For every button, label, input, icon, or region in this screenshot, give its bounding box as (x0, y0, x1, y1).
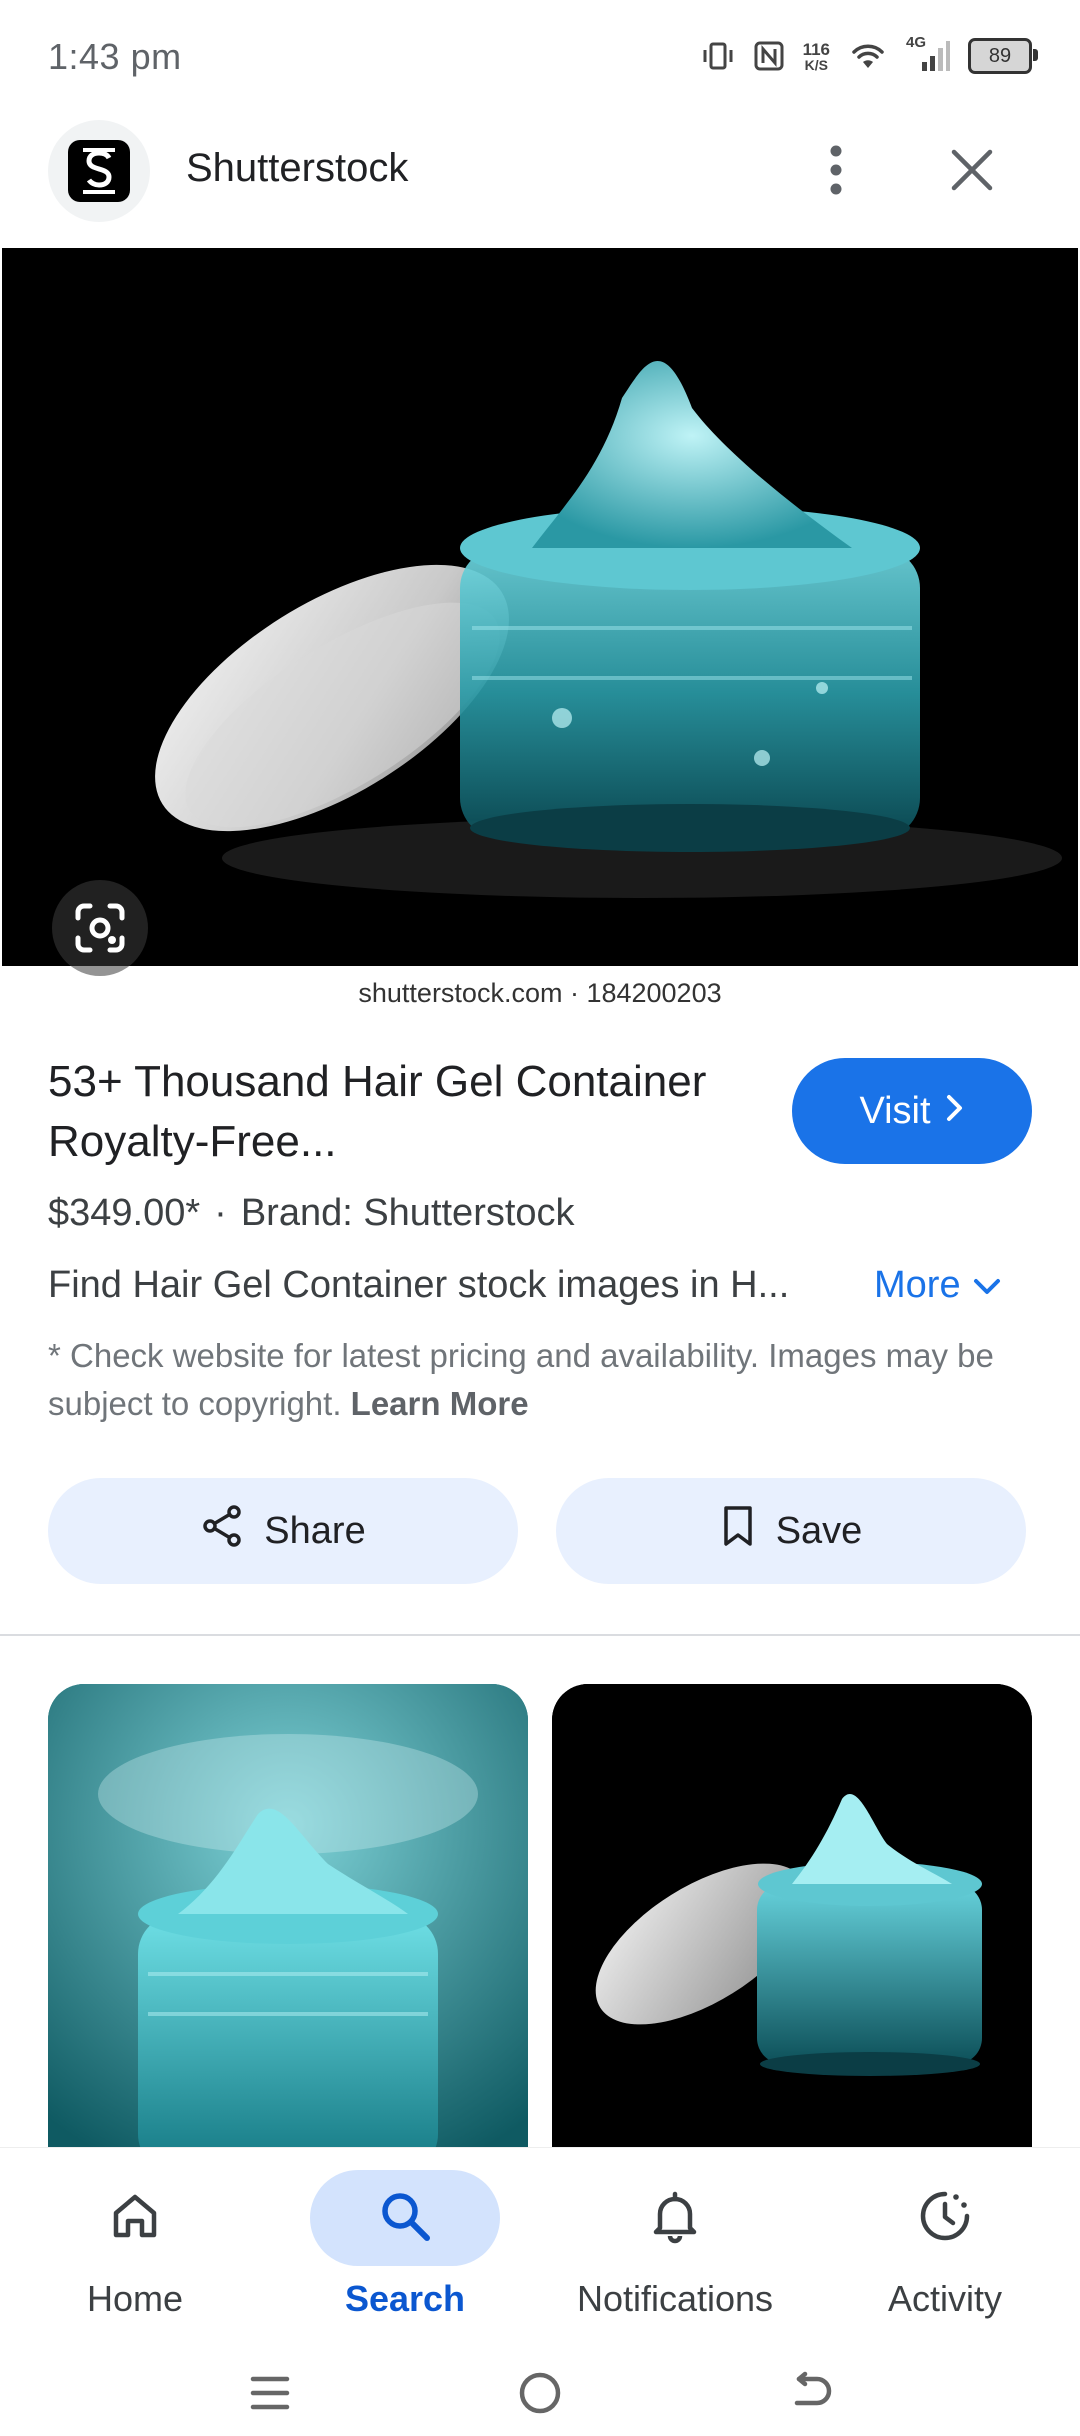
net-speed-value: 116 (802, 39, 830, 59)
chevron-right-icon (945, 1090, 965, 1133)
nav-notifications-label: Notifications (576, 2278, 774, 2319)
result-title[interactable]: 53+ Thousand Hair Gel Container Royalty-… (48, 1052, 768, 1172)
visit-label: Visit (859, 1089, 931, 1132)
nav-activity-label: Activity (887, 2278, 1002, 2319)
brand: Brand: Shutterstock (240, 1192, 575, 1234)
visit-button[interactable]: Visit (792, 1058, 1032, 1164)
home-circle-icon[interactable] (510, 2368, 570, 2418)
nav-icon-container (40, 2170, 230, 2266)
status-icons: 116 K/S 4G 89 (701, 32, 1038, 80)
net-speed-unit: K/S (804, 56, 828, 73)
search-icon (377, 2188, 433, 2249)
bookmark-icon (720, 1504, 756, 1558)
cellular-signal-icon: 4G (906, 34, 950, 74)
nav-search-label: Search (344, 2278, 466, 2319)
nav-icon-container (580, 2170, 770, 2266)
status-time: 1:43 pm (48, 36, 182, 77)
price: $349.00* (48, 1192, 201, 1234)
net-speed: 116 K/S (803, 41, 830, 72)
home-icon (108, 2189, 162, 2248)
shutterstock-logo-icon (68, 140, 130, 202)
nav-home[interactable]: Home (0, 2158, 270, 2338)
price-brand-line: $349.00* · Brand: Shutterstock (48, 1192, 575, 1235)
nav-search[interactable]: Search (270, 2158, 540, 2338)
save-label: Save (775, 1509, 863, 1552)
nav-activity[interactable]: Activity (810, 2158, 1080, 2338)
chevron-down-icon (973, 1264, 1001, 1307)
disclaimer: * Check website for latest pricing and a… (48, 1332, 1008, 1428)
site-name[interactable]: Shutterstock (186, 146, 408, 191)
nav-icon-container (310, 2170, 500, 2266)
lens-search-button[interactable] (52, 880, 148, 976)
wifi-icon (848, 40, 888, 72)
section-divider (0, 1634, 1080, 1636)
related-image[interactable] (48, 1684, 528, 2154)
image-source-caption: shutterstock.com · 184200203 (358, 978, 722, 1008)
save-button[interactable]: Save (556, 1478, 1026, 1584)
site-favicon[interactable] (48, 120, 150, 222)
vibrate-icon (701, 39, 735, 73)
nav-notifications[interactable]: Notifications (540, 2158, 810, 2338)
system-navigation-bar (0, 2348, 1080, 2436)
activity-icon (916, 2187, 974, 2250)
back-icon[interactable] (780, 2368, 840, 2418)
result-description: Find Hair Gel Container stock images in … (48, 1264, 790, 1306)
separator: · (214, 1192, 227, 1234)
bottom-navigation: Home Search Notifications Activity (0, 2148, 1080, 2348)
related-image[interactable] (552, 1684, 1032, 2154)
nfc-icon (753, 40, 785, 72)
close-icon[interactable] (942, 140, 1002, 200)
battery-indicator: 89 (968, 38, 1038, 74)
network-type: 4G (906, 34, 927, 51)
hero-image[interactable] (2, 248, 1078, 966)
nav-home-label: Home (86, 2278, 184, 2319)
nav-icon-container (850, 2170, 1040, 2266)
more-label: More (874, 1264, 961, 1306)
result-header: Shutterstock (0, 120, 1080, 240)
bell-icon (648, 2188, 702, 2249)
share-label: Share (264, 1509, 366, 1552)
share-icon (200, 1504, 244, 1558)
status-bar: 1:43 pm 116 K/S 4G 89 (0, 0, 1080, 112)
hero-image-container: shutterstock.com · 184200203 (0, 248, 1080, 1024)
share-button[interactable]: Share (48, 1478, 518, 1584)
battery-level: 89 (988, 44, 1012, 67)
recent-apps-icon[interactable] (240, 2368, 300, 2418)
more-options-icon[interactable] (806, 140, 866, 200)
more-button[interactable]: More (874, 1264, 1001, 1307)
learn-more-link[interactable]: Learn More (351, 1385, 529, 1422)
